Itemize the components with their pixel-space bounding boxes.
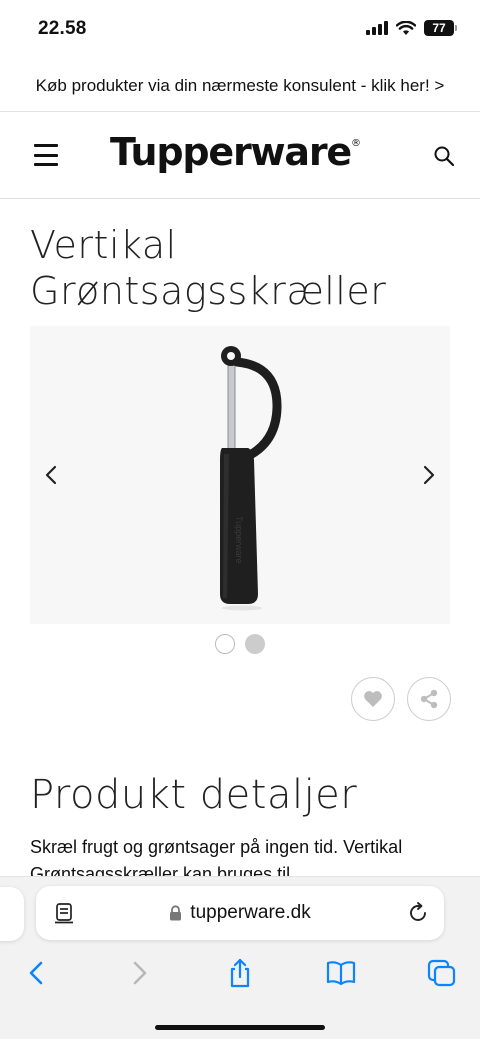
back-icon <box>29 961 43 985</box>
forward-button[interactable] <box>122 955 158 991</box>
page-menu-icon[interactable] <box>54 902 76 924</box>
carousel-prev-icon[interactable] <box>40 463 64 487</box>
handle-imprint: Tupperware <box>234 516 244 564</box>
product-details-heading: Produkt detaljer <box>30 772 358 818</box>
battery-icon: 77 <box>424 20 457 36</box>
back-button[interactable] <box>18 955 54 991</box>
promo-banner-text: Køb produkter via din nærmeste konsulent… <box>35 76 445 95</box>
bookmarks-button[interactable] <box>323 955 359 991</box>
cellular-signal-icon <box>366 21 388 35</box>
url-text: tupperware.dk <box>190 902 311 923</box>
carousel-next-icon[interactable] <box>416 463 440 487</box>
address-bar[interactable]: tupperware.dk <box>36 886 444 940</box>
search-icon[interactable] <box>432 144 456 168</box>
browser-toolbar: tupperware.dk <box>0 876 480 1039</box>
heart-icon <box>364 691 382 707</box>
share-nodes-icon <box>420 689 438 709</box>
logo-registered-mark: ® <box>350 138 361 149</box>
wifi-icon <box>396 20 416 35</box>
logo-text: Tupperware <box>110 130 352 174</box>
menu-icon[interactable] <box>34 144 58 166</box>
carousel-indicator <box>0 634 480 654</box>
product-title: Vertikal Grøntsagsskræller <box>30 223 387 313</box>
forward-icon <box>133 961 147 985</box>
url-field[interactable]: tupperware.dk <box>36 886 444 940</box>
status-bar: 22.58 77 <box>0 0 480 62</box>
favorite-button[interactable] <box>351 677 395 721</box>
status-time: 22.58 <box>38 18 87 39</box>
promo-banner-link[interactable]: Køb produkter via din nærmeste konsulent… <box>0 62 480 110</box>
tabs-icon <box>427 959 456 987</box>
site-header: Tupperware® <box>0 111 480 199</box>
share-button[interactable] <box>407 677 451 721</box>
browser-nav-row <box>0 955 480 995</box>
carousel-dot-1[interactable] <box>215 634 235 654</box>
home-indicator <box>155 1025 325 1030</box>
carousel-dot-2[interactable] <box>245 634 265 654</box>
product-image-carousel[interactable]: Tupperware <box>30 326 450 624</box>
lock-icon <box>170 905 182 921</box>
battery-level: 77 <box>432 21 446 35</box>
vegetable-peeler-image: Tupperware <box>220 346 282 611</box>
tabs-button[interactable] <box>424 955 460 991</box>
previous-tab-preview[interactable] <box>0 887 24 941</box>
share-page-button[interactable] <box>222 955 258 991</box>
status-icons: 77 <box>366 20 457 36</box>
bookmarks-icon <box>326 961 356 986</box>
share-icon <box>230 958 250 988</box>
tupperware-logo[interactable]: Tupperware® <box>110 130 361 174</box>
reload-icon[interactable] <box>406 901 430 925</box>
